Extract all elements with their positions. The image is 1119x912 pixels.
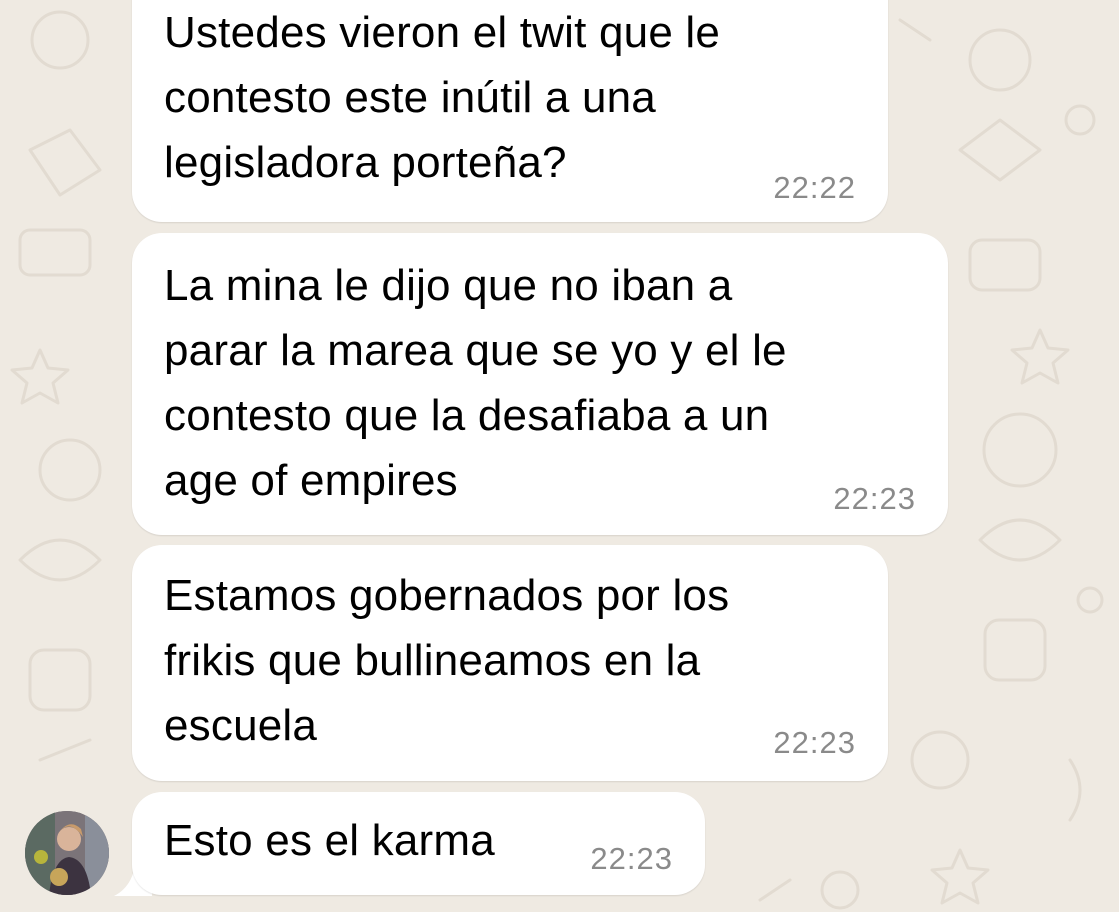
message-timestamp: 22:22 <box>773 170 856 205</box>
message-bubble[interactable]: La mina le dijo que no iban a parar la m… <box>132 233 948 535</box>
message-text: Estamos gobernados por los frikis que bu… <box>164 571 730 750</box>
message-timestamp: 22:23 <box>773 725 856 760</box>
message-text: La mina le dijo que no iban a parar la m… <box>164 261 787 505</box>
avatar-photo-icon <box>25 811 109 895</box>
message-timestamp: 22:23 <box>590 841 673 876</box>
sender-avatar[interactable] <box>25 811 109 895</box>
message-bubble[interactable]: Estamos gobernados por los frikis que bu… <box>132 545 888 781</box>
message-bubble[interactable]: Esto es el karma 22:23 <box>132 792 705 895</box>
message-timestamp: 22:23 <box>833 481 916 516</box>
message-text: Esto es el karma <box>164 816 495 865</box>
message-text: Ustedes vieron el twit que le contesto e… <box>164 8 721 187</box>
message-bubble[interactable]: Ustedes vieron el twit que le contesto e… <box>132 0 888 222</box>
